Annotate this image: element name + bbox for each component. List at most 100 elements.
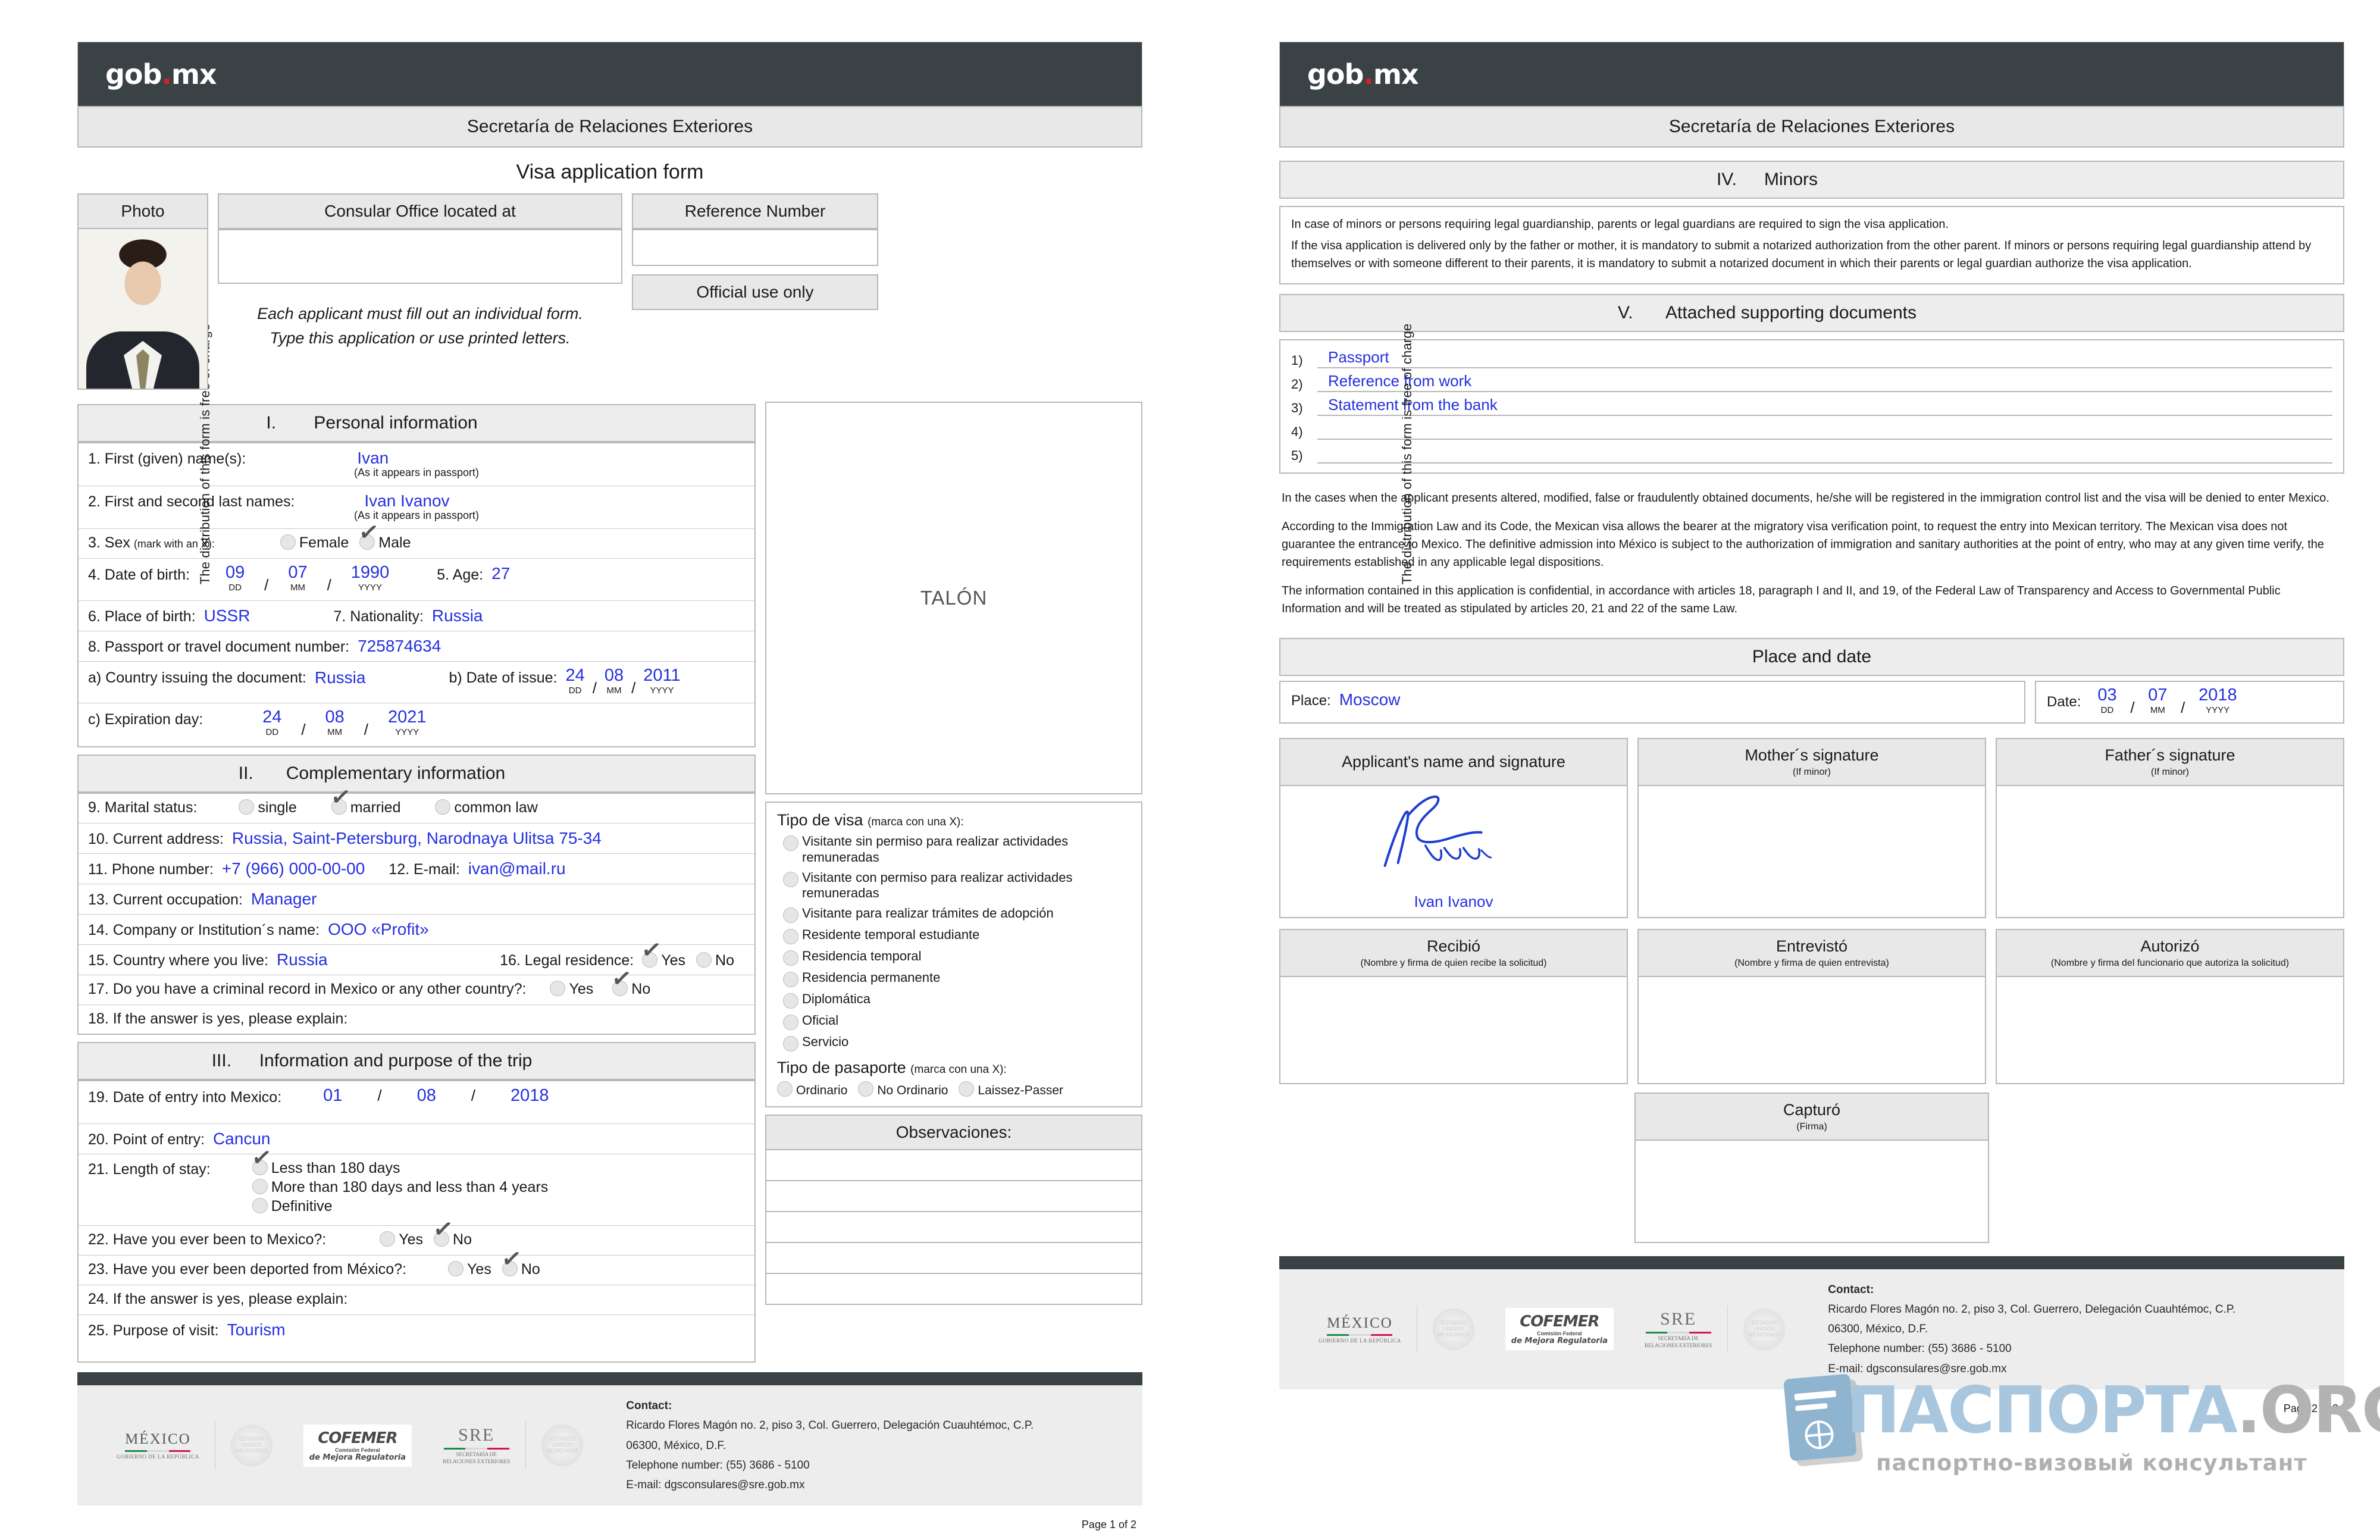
radio-legal-residence-no[interactable]: [696, 952, 712, 968]
radio-visitante-adopcion[interactable]: [783, 907, 798, 924]
visa-option-9[interactable]: Servicio: [783, 1034, 1130, 1052]
applicant-signature-area[interactable]: Ivan Ivanov: [1279, 785, 1628, 918]
autorizo-area[interactable]: [1996, 976, 2344, 1084]
entry-day[interactable]: 01: [323, 1087, 342, 1104]
criminal-record-no[interactable]: ✓ No: [610, 965, 650, 998]
attached-doc-value-3[interactable]: Statement from the bank: [1317, 396, 2332, 416]
entry-year[interactable]: 2018: [511, 1087, 549, 1104]
radio-more-180[interactable]: [252, 1179, 268, 1194]
expiration-day[interactable]: 24 DD: [262, 709, 281, 740]
passport-option-laissez-passer[interactable]: Laissez-Passer: [959, 1081, 1063, 1098]
radio-residencia-temporal[interactable]: [783, 950, 798, 966]
visa-option-6[interactable]: Residencia permanente: [783, 970, 1130, 988]
issuing-country-value[interactable]: Russia: [315, 667, 366, 687]
radio-less-180[interactable]: ✓: [250, 1144, 273, 1175]
purpose-value[interactable]: Tourism: [227, 1320, 286, 1339]
legal-residence-no[interactable]: No: [696, 952, 734, 969]
radio-ordinario[interactable]: [777, 1081, 793, 1097]
current-address-value[interactable]: Russia, Saint-Petersburg, Narodnaya Ulit…: [232, 829, 602, 848]
deported-yes[interactable]: Yes: [448, 1261, 491, 1278]
first-name-value[interactable]: Ivan: [357, 449, 389, 467]
capturo-area[interactable]: [1634, 1140, 1990, 1243]
visa-option-5[interactable]: Residencia temporal: [783, 949, 1130, 966]
radio-criminal-no[interactable]: ✓: [610, 965, 634, 996]
stay-option-definitive[interactable]: Definitive: [252, 1198, 549, 1215]
radio-single[interactable]: [239, 799, 255, 815]
passport-number-value[interactable]: 725874634: [358, 637, 441, 656]
radio-residente-estudiante[interactable]: [783, 929, 798, 945]
expiration-year[interactable]: 2021 YYYY: [388, 709, 427, 740]
attached-doc-value-1[interactable]: Passport: [1317, 348, 2332, 368]
dob-month[interactable]: 07 MM: [288, 564, 307, 595]
visa-option-1[interactable]: Visitante sin permiso para realizar acti…: [783, 834, 1130, 866]
passport-option-no-ordinario[interactable]: No Ordinario: [858, 1081, 948, 1098]
reference-number-input[interactable]: [632, 229, 878, 266]
visa-option-7[interactable]: Diplomática: [783, 991, 1130, 1009]
dob-year[interactable]: 1990 YYYY: [351, 564, 390, 595]
radio-been-no[interactable]: ✓: [431, 1215, 455, 1247]
marital-option-common-law[interactable]: common law: [435, 799, 538, 816]
visa-option-4[interactable]: Residente temporal estudiante: [783, 927, 1130, 945]
occupation-value[interactable]: Manager: [251, 890, 317, 909]
radio-female[interactable]: [280, 534, 296, 550]
passport-option-ordinario[interactable]: Ordinario: [777, 1081, 847, 1098]
signature-date-year[interactable]: 2018 YYYY: [2199, 687, 2237, 718]
last-names-value[interactable]: Ivan Ivanov: [364, 492, 449, 510]
observaciones-line-4[interactable]: [765, 1243, 1142, 1275]
nationality-value[interactable]: Russia: [432, 606, 483, 625]
legal-residence-yes[interactable]: ✓ Yes: [640, 936, 685, 969]
radio-deported-yes[interactable]: [448, 1261, 464, 1276]
dob-day[interactable]: 09 DD: [226, 564, 245, 595]
been-to-mexico-no[interactable]: ✓ No: [431, 1215, 472, 1248]
issue-year[interactable]: 2011 YYYY: [643, 666, 680, 698]
sex-option-male[interactable]: ✓ Male: [357, 518, 411, 552]
entry-month[interactable]: 08: [417, 1087, 436, 1104]
issue-day[interactable]: 24 DD: [565, 666, 584, 698]
radio-definitive[interactable]: [252, 1198, 268, 1213]
radio-common-law[interactable]: [435, 799, 451, 815]
radio-residencia-permanente[interactable]: [783, 972, 798, 988]
radio-legal-residence-yes[interactable]: ✓: [640, 936, 663, 968]
radio-visitante-con-permiso[interactable]: [783, 871, 798, 887]
email-value[interactable]: ivan@mail.ru: [468, 859, 566, 878]
age-value[interactable]: 27: [491, 564, 510, 583]
radio-been-yes[interactable]: [380, 1231, 396, 1247]
attached-doc-value-2[interactable]: Reference from work: [1317, 372, 2332, 392]
radio-oficial[interactable]: [783, 1015, 798, 1031]
issue-month[interactable]: 08 MM: [605, 666, 624, 698]
radio-deported-no[interactable]: ✓: [500, 1245, 523, 1276]
company-value[interactable]: OOO «Profit»: [328, 920, 429, 939]
entrevisto-area[interactable]: [1637, 976, 1986, 1084]
consular-office-input[interactable]: [218, 229, 622, 284]
signature-date-day[interactable]: 03 DD: [2097, 687, 2116, 718]
recibio-area[interactable]: [1279, 976, 1628, 1084]
marital-option-married[interactable]: ✓ married: [329, 783, 401, 816]
radio-visitante-sin-permiso[interactable]: [783, 835, 798, 851]
signature-date-month[interactable]: 07 MM: [2148, 687, 2167, 718]
country-live-value[interactable]: Russia: [277, 950, 328, 969]
radio-servicio[interactable]: [783, 1036, 798, 1052]
visa-option-2[interactable]: Visitante con permiso para realizar acti…: [783, 870, 1130, 902]
phone-value[interactable]: +7 (966) 000-00-00: [222, 859, 365, 878]
radio-laissez-passer[interactable]: [959, 1081, 975, 1097]
stay-option-more-180[interactable]: More than 180 days and less than 4 years: [252, 1179, 548, 1196]
visa-option-8[interactable]: Oficial: [783, 1013, 1130, 1031]
observaciones-line-1[interactable]: [765, 1150, 1142, 1182]
observaciones-line-5[interactable]: [765, 1274, 1142, 1306]
deported-no[interactable]: ✓ No: [500, 1245, 540, 1278]
marital-option-single[interactable]: single: [239, 799, 297, 816]
father-signature-area[interactable]: [1996, 785, 2344, 918]
radio-diplomatica[interactable]: [783, 993, 798, 1009]
been-to-mexico-yes[interactable]: Yes: [380, 1231, 423, 1248]
criminal-record-yes[interactable]: Yes: [550, 981, 593, 998]
radio-criminal-yes[interactable]: [550, 981, 566, 996]
observaciones-line-2[interactable]: [765, 1181, 1142, 1213]
radio-no-ordinario[interactable]: [858, 1081, 874, 1097]
stay-option-less-180[interactable]: ✓ Less than 180 days: [250, 1144, 549, 1177]
visa-option-3[interactable]: Visitante para realizar trámites de adop…: [783, 906, 1130, 924]
radio-male[interactable]: ✓: [357, 518, 381, 550]
radio-married[interactable]: ✓: [329, 783, 352, 815]
observaciones-line-3[interactable]: [765, 1212, 1142, 1244]
expiration-month[interactable]: 08 MM: [325, 709, 345, 740]
place-value[interactable]: Moscow: [1339, 690, 1401, 709]
